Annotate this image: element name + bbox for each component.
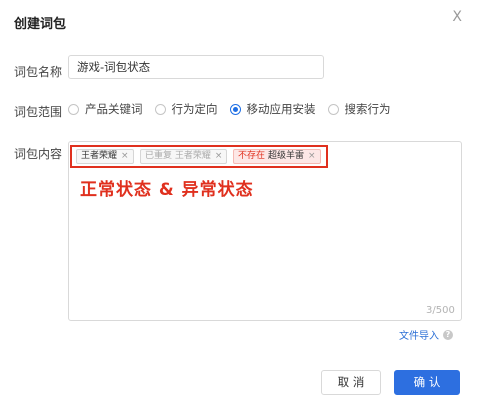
radio-checked-icon bbox=[229, 103, 241, 115]
tags-highlight-box bbox=[70, 145, 328, 168]
file-import-label: 文件导入 bbox=[399, 331, 439, 342]
radio-circle-icon bbox=[68, 103, 79, 115]
radio-mobile-app-install[interactable]: 移动应用安装 bbox=[229, 101, 316, 117]
scope-label: 词包范围 bbox=[14, 105, 63, 119]
radio-behavior-targeting[interactable]: 行为定向 bbox=[154, 101, 218, 117]
radio-circle-icon bbox=[327, 103, 339, 115]
annotation-text: 正常状态 & 异常状态 bbox=[80, 180, 254, 200]
radio-label: 产品关键词 bbox=[85, 102, 143, 116]
content-label: 词包内容 bbox=[14, 147, 63, 161]
content-textarea[interactable] bbox=[68, 141, 462, 321]
dialog-title: 创建词包 bbox=[14, 17, 67, 32]
close-icon[interactable]: X bbox=[452, 10, 462, 24]
help-icon[interactable]: ? bbox=[443, 329, 453, 340]
char-counter: 3/500 bbox=[426, 305, 455, 316]
file-import-link[interactable]: 文件导入 ? bbox=[399, 327, 453, 342]
name-input[interactable]: 游戏-词包状态 bbox=[68, 55, 324, 79]
radio-label: 移动应用安装 bbox=[246, 102, 316, 116]
radio-search-behavior[interactable]: 搜索行为 bbox=[327, 101, 391, 117]
cancel-button[interactable]: 取 消 bbox=[321, 370, 381, 395]
confirm-button[interactable]: 确 认 bbox=[394, 370, 460, 395]
radio-label: 搜索行为 bbox=[344, 102, 391, 116]
radio-circle-icon bbox=[154, 103, 166, 115]
name-label: 词包名称 bbox=[14, 65, 63, 79]
scope-radio-group: 产品关键词 行为定向 移动应用安装 搜索行为 bbox=[68, 99, 403, 119]
radio-product-keywords[interactable]: 产品关键词 bbox=[68, 101, 143, 117]
radio-label: 行为定向 bbox=[171, 102, 218, 116]
